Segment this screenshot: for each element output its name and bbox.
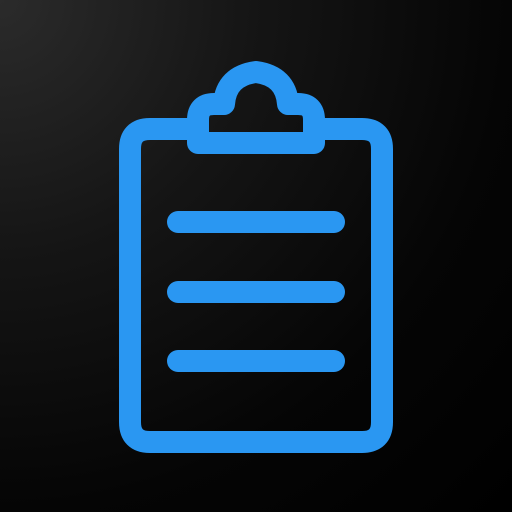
app-icon-canvas [0, 0, 512, 512]
clipboard-icon [119, 61, 393, 453]
clipboard-clip [187, 61, 325, 154]
